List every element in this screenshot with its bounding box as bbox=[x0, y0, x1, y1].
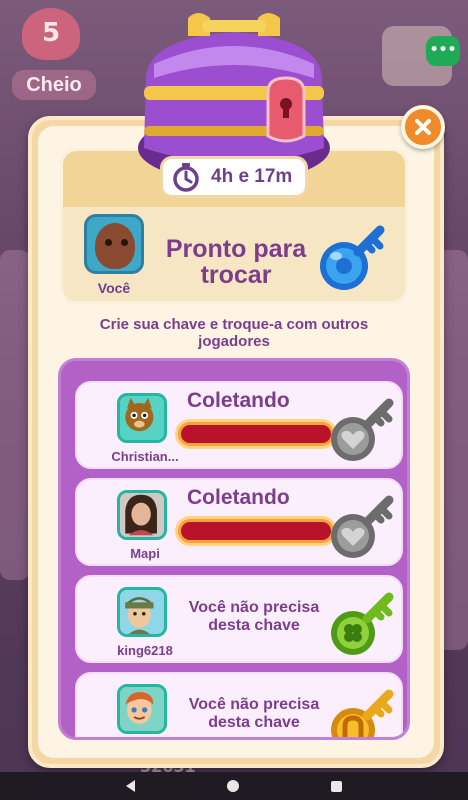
player-name: king6218 bbox=[117, 643, 173, 658]
home-icon[interactable] bbox=[227, 780, 239, 792]
grey-heart-key-icon[interactable] bbox=[325, 488, 401, 564]
player-list-panel[interactable]: Christian... Coletando Mapi Coletando ki… bbox=[58, 358, 410, 740]
menu-button[interactable]: ••• bbox=[426, 36, 460, 66]
lives-heart: 5 bbox=[16, 8, 86, 72]
player-row[interactable]: Mapi Coletando bbox=[75, 478, 403, 566]
avatar-eye bbox=[105, 239, 112, 246]
gold-horseshoe-key-icon[interactable] bbox=[325, 682, 401, 740]
player-status: Coletando bbox=[187, 389, 290, 412]
player-row[interactable]: king6218 Você não precisa desta chave bbox=[75, 575, 403, 663]
close-button[interactable] bbox=[401, 105, 445, 149]
player-status: Coletando bbox=[187, 486, 290, 509]
timer-text: 4h e 17m bbox=[211, 166, 293, 187]
progress-fill bbox=[181, 425, 331, 443]
recent-apps-icon[interactable] bbox=[331, 780, 342, 792]
player-avatar bbox=[117, 587, 167, 637]
back-icon[interactable] bbox=[126, 780, 135, 792]
countdown-timer: 4h e 17m bbox=[160, 156, 308, 198]
background-board bbox=[0, 250, 30, 580]
instructions-text: Crie sua chave e troque-a com outros jog… bbox=[99, 316, 369, 350]
player-name: Mapi bbox=[130, 546, 160, 561]
your-avatar bbox=[84, 214, 144, 274]
soldier-avatar-icon bbox=[120, 590, 164, 634]
player-avatar bbox=[117, 684, 167, 734]
woman-avatar-icon bbox=[120, 493, 164, 537]
blue-key-icon[interactable] bbox=[314, 218, 392, 296]
player-row[interactable]: Christian... Coletando bbox=[75, 381, 403, 469]
avatar-eye bbox=[121, 239, 128, 246]
stopwatch-icon bbox=[173, 163, 199, 192]
player-status: Você não precisa desta chave bbox=[188, 599, 320, 634]
close-icon bbox=[415, 119, 431, 135]
player-avatar bbox=[117, 490, 167, 540]
player-name: Christian... bbox=[111, 449, 179, 464]
ready-status-text: Pronto para trocar bbox=[165, 235, 307, 289]
baby-face-icon bbox=[95, 223, 135, 269]
player-avatar bbox=[117, 393, 167, 443]
player-status: Você não precisa desta chave bbox=[188, 696, 320, 731]
lives-status: Cheio bbox=[12, 70, 96, 100]
lives-count: 5 bbox=[41, 18, 61, 48]
grey-heart-key-icon[interactable] bbox=[325, 391, 401, 467]
green-clover-key-icon[interactable] bbox=[325, 585, 401, 661]
menu-dots: ••• bbox=[429, 42, 457, 58]
player-list: Christian... Coletando Mapi Coletando ki… bbox=[69, 373, 403, 737]
player-row[interactable]: Você não precisa desta chave bbox=[75, 672, 403, 740]
boy-avatar-icon bbox=[120, 687, 164, 731]
progress-fill bbox=[181, 522, 331, 540]
cat-avatar-icon bbox=[125, 397, 154, 432]
your-name-label: Você bbox=[97, 280, 131, 296]
collect-progress-bar bbox=[175, 419, 337, 449]
collect-progress-bar bbox=[175, 516, 337, 546]
system-nav-bar bbox=[0, 772, 468, 800]
